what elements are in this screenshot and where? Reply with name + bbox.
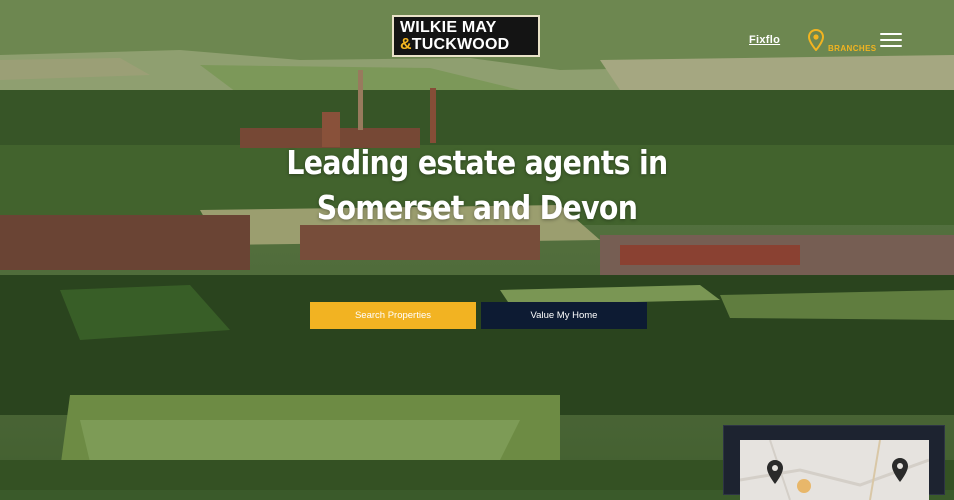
hero-background-image: [0, 0, 954, 490]
hero-title: Leading estate agents in Somerset and De…: [67, 140, 887, 230]
logo-line-2: TUCKWOOD: [411, 36, 510, 53]
site-logo[interactable]: WILKIE MAY &TUCKWOOD: [392, 15, 540, 57]
branch-map-widget[interactable]: [723, 425, 945, 500]
map-marker-icon: [892, 458, 908, 482]
value-my-home-button[interactable]: Value My Home: [481, 302, 647, 329]
logo-ampersand: &: [400, 36, 412, 53]
fixflo-link[interactable]: Fixflo: [749, 34, 780, 46]
map-pin-icon: [807, 28, 825, 56]
branch-map[interactable]: [740, 440, 929, 500]
search-properties-button[interactable]: Search Properties: [310, 302, 476, 329]
branches-label: BRANCHES: [828, 44, 877, 53]
hero-title-line-1: Leading estate agents in: [286, 143, 668, 182]
map-marker-icon: [767, 460, 783, 484]
logo-line-1: WILKIE MAY: [400, 19, 497, 36]
hamburger-menu-icon[interactable]: [880, 33, 902, 47]
hero-title-line-2: Somerset and Devon: [316, 188, 638, 227]
branches-link[interactable]: BRANCHES: [807, 28, 877, 56]
